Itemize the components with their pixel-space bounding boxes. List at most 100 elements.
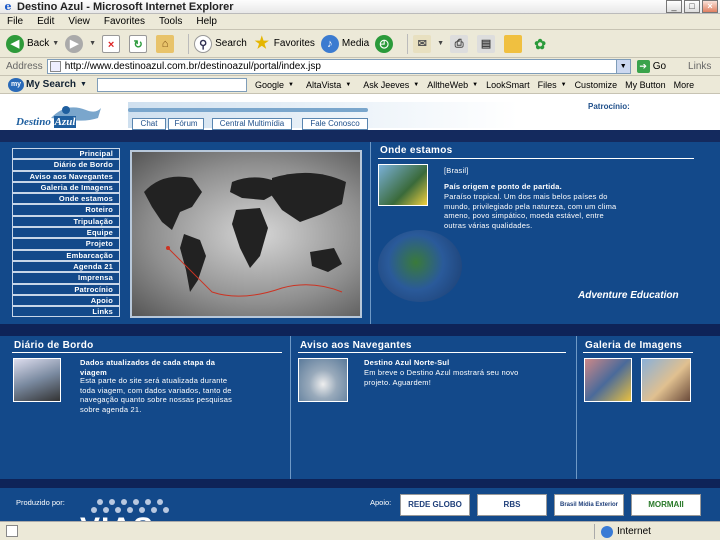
- onde-body: Paraíso tropical. Um dos mais belos país…: [444, 192, 617, 230]
- edit-page-icon: ▤: [477, 34, 496, 53]
- menu-galeria-imagens[interactable]: Galeria de Imagens: [12, 181, 120, 194]
- galeria-title: Galeria de Imagens: [585, 340, 683, 351]
- chevron-down-icon[interactable]: ▼: [345, 82, 351, 88]
- forward-arrow-icon: ▶: [65, 34, 84, 53]
- back-label: Back: [27, 38, 50, 49]
- page-icon: [49, 61, 61, 72]
- nav-fale-conosco[interactable]: Fale Conosco: [302, 118, 368, 130]
- messenger-button[interactable]: ✿: [531, 35, 552, 53]
- menu-diario-de-bordo[interactable]: Diário de Bordo: [12, 159, 120, 171]
- mysearch-button[interactable]: my My Search ▼: [8, 77, 87, 92]
- chevron-down-icon[interactable]: ▼: [561, 82, 567, 88]
- onde-tag: [Brasil]: [444, 166, 469, 175]
- address-dropdown-icon[interactable]: ▼: [615, 60, 630, 73]
- chevron-down-icon[interactable]: ▼: [472, 82, 478, 88]
- discuss-button[interactable]: [504, 34, 525, 53]
- menu-tripulacao[interactable]: Tripulação: [12, 215, 120, 228]
- print-button[interactable]: ⎙: [450, 34, 471, 53]
- minimize-button[interactable]: _: [666, 0, 682, 13]
- back-arrow-icon: ◀: [6, 34, 24, 53]
- nav-chat[interactable]: Chat: [132, 118, 166, 130]
- menu-edit[interactable]: Edit: [30, 16, 61, 27]
- search-label: Search: [215, 38, 247, 49]
- search-looksmart[interactable]: LookSmart: [482, 80, 534, 90]
- search-button[interactable]: ⚲ Search: [194, 34, 247, 53]
- history-button[interactable]: ◴: [375, 34, 396, 53]
- ie-logo-icon: e: [4, 0, 12, 13]
- nav-central-multimidia[interactable]: Central Multimídia: [212, 118, 292, 130]
- menu-equipe[interactable]: Equipe: [12, 227, 120, 239]
- edit-button[interactable]: ▤: [477, 34, 498, 53]
- menu-apoio[interactable]: Apoio: [12, 294, 120, 307]
- chevron-down-icon[interactable]: ▼: [288, 82, 294, 88]
- close-button[interactable]: ×: [702, 0, 718, 13]
- search-mybutton[interactable]: My Button: [621, 80, 670, 90]
- sponsor-brasil-midia[interactable]: Brasil Mídia Exterior: [554, 494, 624, 516]
- forward-button[interactable]: ▶ ▼: [65, 34, 96, 53]
- mysearch-logo-icon: my: [8, 77, 24, 92]
- menu-patrocinio[interactable]: Patrocínio: [12, 283, 120, 295]
- divider: [290, 336, 291, 479]
- favorites-button[interactable]: ★ Favorites: [253, 35, 315, 53]
- aviso-body: Em breve o Destino Azul mostrará seu nov…: [364, 368, 519, 387]
- diario-body: Esta parte do site será atualizada duran…: [80, 376, 233, 414]
- go-button[interactable]: ➔ Go: [636, 60, 666, 73]
- menu-links[interactable]: Links: [12, 306, 120, 318]
- vias-logo[interactable]: VIAS: [80, 512, 154, 521]
- messenger-icon: ✿: [534, 35, 546, 52]
- sponsor-rbs[interactable]: RBS: [477, 494, 547, 516]
- media-button[interactable]: ♪ Media: [320, 34, 369, 53]
- search-google[interactable]: Google: [251, 80, 288, 90]
- onde-estamos-title: Onde estamos: [380, 145, 453, 156]
- search-askjeeves[interactable]: Ask Jeeves: [359, 80, 413, 90]
- menu-imprensa[interactable]: Imprensa: [12, 272, 120, 284]
- site-body: Principal Diário de Bordo Aviso aos Nave…: [0, 142, 720, 521]
- stop-button[interactable]: ×: [102, 34, 123, 53]
- home-button[interactable]: ⌂: [156, 34, 177, 53]
- menu-onde-estamos[interactable]: Onde estamos: [12, 193, 120, 205]
- patrocinio-label: Patrocínio:: [588, 102, 630, 111]
- nav-forum[interactable]: Fórum: [168, 118, 204, 130]
- menu-aviso-navegantes[interactable]: Aviso aos Navegantes: [12, 170, 120, 182]
- security-zone: Internet: [594, 524, 651, 539]
- search-more[interactable]: More: [670, 80, 699, 90]
- search-alltheweb[interactable]: AlltheWeb: [423, 80, 472, 90]
- links-toolbar[interactable]: Links: [688, 61, 711, 72]
- search-customize[interactable]: Customize: [571, 80, 622, 90]
- galeria-photo-1[interactable]: [584, 358, 632, 402]
- title-rule: [298, 352, 566, 353]
- menu-tools[interactable]: Tools: [152, 16, 189, 27]
- destino-azul-logo[interactable]: Destino Azul: [16, 100, 116, 130]
- search-altavista[interactable]: AltaVista: [302, 80, 345, 90]
- address-input[interactable]: http://www.destinoazul.com.br/destinoazu…: [46, 59, 631, 74]
- menu-projeto[interactable]: Projeto: [12, 238, 120, 250]
- mail-icon: ✉: [413, 34, 432, 53]
- menu-file[interactable]: File: [0, 16, 30, 27]
- search-files[interactable]: Files: [534, 80, 561, 90]
- aviso-photo[interactable]: [298, 358, 348, 402]
- galeria-photo-2[interactable]: [641, 358, 691, 402]
- mail-button[interactable]: ✉ ▼: [413, 34, 444, 53]
- menu-favorites[interactable]: Favorites: [97, 16, 152, 27]
- toolbar-search-input[interactable]: [96, 77, 247, 92]
- menu-agenda-21[interactable]: Agenda 21: [12, 260, 120, 273]
- menu-embarcacao[interactable]: Embarcação: [12, 249, 120, 261]
- window-title: Destino Azul - Microsoft Internet Explor…: [17, 0, 234, 13]
- menu-principal[interactable]: Principal: [12, 148, 120, 160]
- world-map[interactable]: [130, 150, 362, 318]
- diario-photo[interactable]: [13, 358, 61, 402]
- refresh-button[interactable]: ↻: [129, 34, 150, 53]
- sponsor-rede-globo[interactable]: REDE GLOBO: [400, 494, 470, 516]
- back-button[interactable]: ◀ Back ▼: [6, 34, 59, 53]
- menu-view[interactable]: View: [61, 16, 97, 27]
- print-icon: ⎙: [450, 34, 469, 53]
- maximize-button[interactable]: □: [684, 0, 700, 13]
- divider: [576, 336, 577, 479]
- search-icon: ⚲: [194, 34, 213, 53]
- chevron-down-icon[interactable]: ▼: [413, 82, 419, 88]
- brazil-flag-photo[interactable]: [378, 164, 428, 206]
- menu-help[interactable]: Help: [189, 16, 224, 27]
- sponsor-mormaii[interactable]: MORMAII: [631, 494, 701, 516]
- menu-roteiro[interactable]: Roteiro: [12, 204, 120, 216]
- title-rule: [583, 352, 693, 353]
